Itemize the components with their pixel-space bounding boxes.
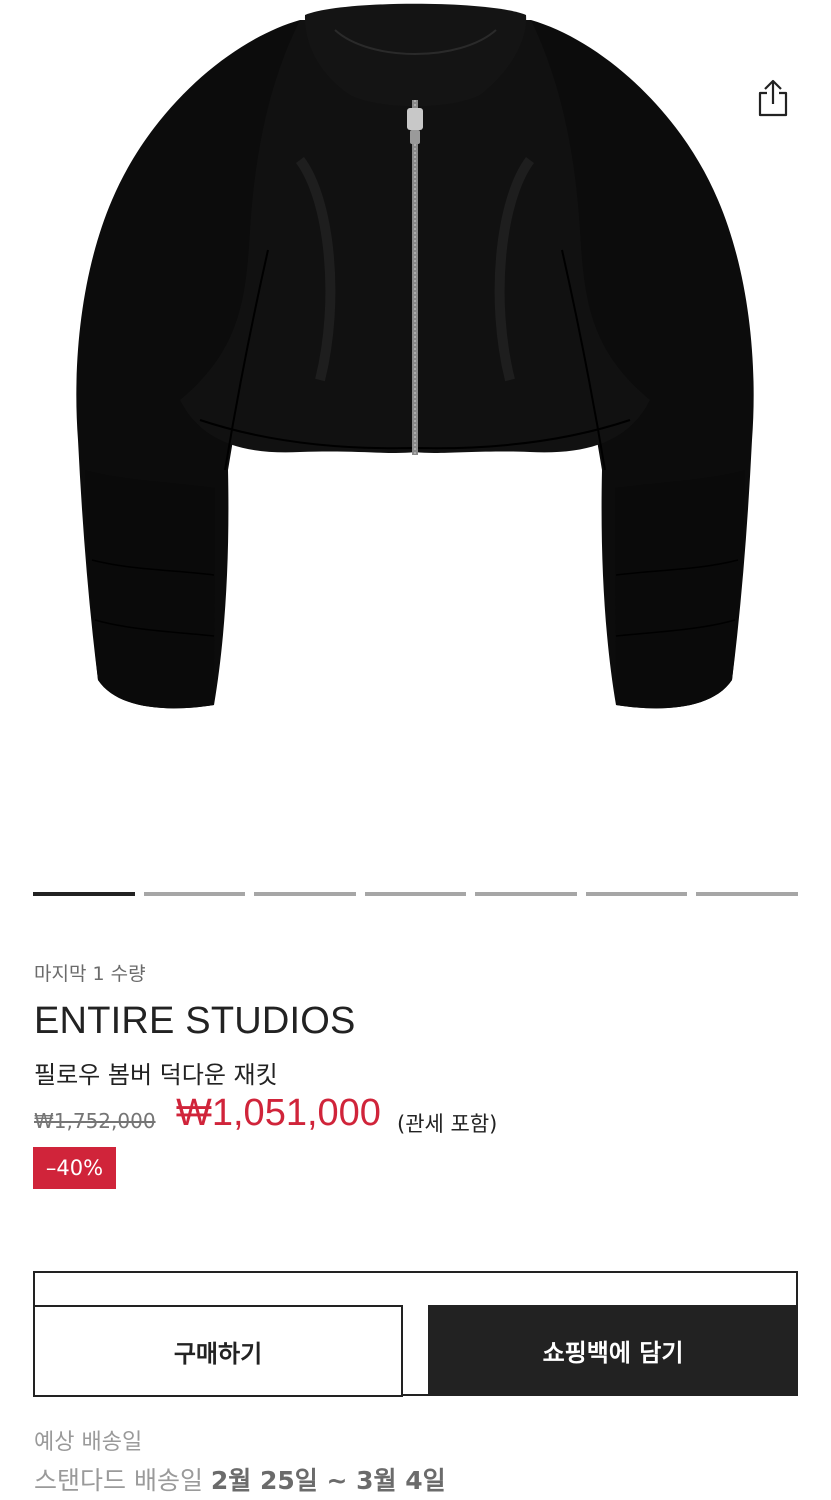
standard-shipping: 스탠다드 배송일 2월 25일 ~ 3월 4일 — [34, 1461, 446, 1497]
carousel-dot[interactable] — [696, 892, 799, 896]
carousel-dot[interactable] — [254, 892, 356, 896]
standard-shipping-label: 스탠다드 배송일 — [34, 1466, 203, 1495]
product-name: 필로우 봄버 덕다운 재킷 — [34, 1061, 278, 1089]
carousel-dot[interactable] — [364, 892, 467, 896]
standard-shipping-dates: 2월 25일 ~ 3월 4일 — [210, 1466, 446, 1495]
shipping-label: 예상 배송일 — [34, 1430, 143, 1455]
carousel-dot[interactable] — [585, 892, 688, 896]
chevron-down-icon[interactable] — [764, 0, 778, 4]
product-image[interactable] — [0, 0, 831, 860]
original-price: ₩1,752,000 — [34, 1109, 156, 1133]
tax-note: (관세 포함) — [397, 1112, 498, 1136]
carousel-indicators[interactable] — [33, 892, 799, 896]
buy-button[interactable]: 구매하기 — [33, 1305, 403, 1397]
carousel-dot[interactable] — [143, 892, 246, 896]
add-to-bag-button[interactable]: 쇼핑백에 담기 — [428, 1305, 798, 1396]
carousel-dot[interactable] — [475, 892, 577, 896]
brand-name[interactable]: ENTIRE STUDIOS — [34, 1000, 356, 1043]
share-button[interactable] — [750, 76, 796, 124]
carousel-dot[interactable] — [33, 892, 135, 896]
discount-badge: –40% — [33, 1147, 116, 1189]
sale-price: ₩1,051,000 — [176, 1092, 381, 1134]
stock-note: 마지막 1 수량 — [34, 963, 146, 985]
share-icon — [755, 78, 791, 122]
jacket-illustration — [76, 3, 754, 709]
